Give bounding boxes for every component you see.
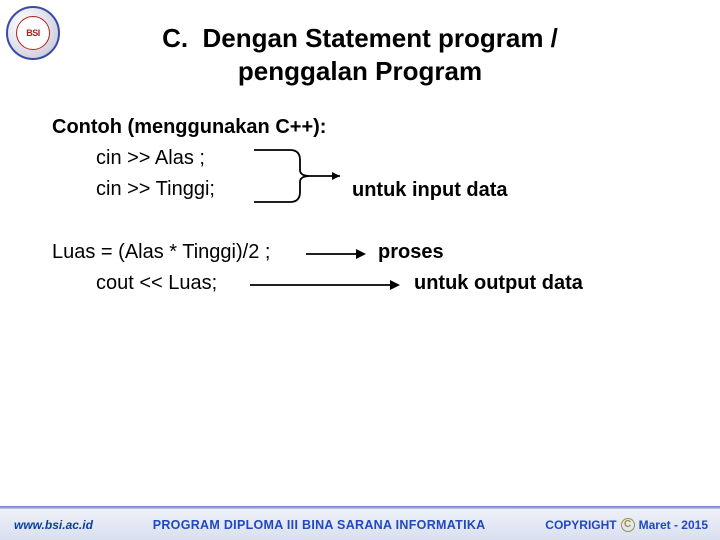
slide: { "logo": { "text": "BSI" }, "title": { … <box>0 0 720 540</box>
content-subtitle: Contoh (menggunakan C++): <box>52 112 680 143</box>
code-line-1: cin >> Alas ; <box>52 143 680 174</box>
process-block: Luas = (Alas * Tinggi)/2 ; proses cout <… <box>52 237 680 299</box>
bsi-logo: BSI <box>6 6 60 60</box>
title-line2: penggalan Program <box>238 56 482 86</box>
footer-bar: www.bsi.ac.id PROGRAM DIPLOMA III BINA S… <box>0 508 720 540</box>
annotation-output: untuk output data <box>414 268 583 299</box>
footer-copyright: COPYRIGHT C Maret - 2015 <box>545 518 720 532</box>
arrow-icon <box>304 247 368 261</box>
brace-icon <box>250 146 350 206</box>
annotation-input: untuk input data <box>352 175 508 206</box>
title-line1: Dengan Statement program / <box>203 23 558 53</box>
title-prefix: C. <box>162 23 188 53</box>
annotation-process: proses <box>378 237 444 268</box>
slide-content: Contoh (menggunakan C++): cin >> Alas ; … <box>52 112 680 299</box>
copyright-icon: C <box>621 518 635 532</box>
bsi-logo-text: BSI <box>16 16 50 50</box>
copyright-label: COPYRIGHT <box>545 518 616 532</box>
footer-program: PROGRAM DIPLOMA III BINA SARANA INFORMAT… <box>93 518 545 532</box>
slide-title: C. Dengan Statement program / penggalan … <box>0 0 720 87</box>
copyright-date: Maret - 2015 <box>639 518 708 532</box>
arrow-icon <box>248 278 402 292</box>
footer-url: www.bsi.ac.id <box>0 518 93 532</box>
